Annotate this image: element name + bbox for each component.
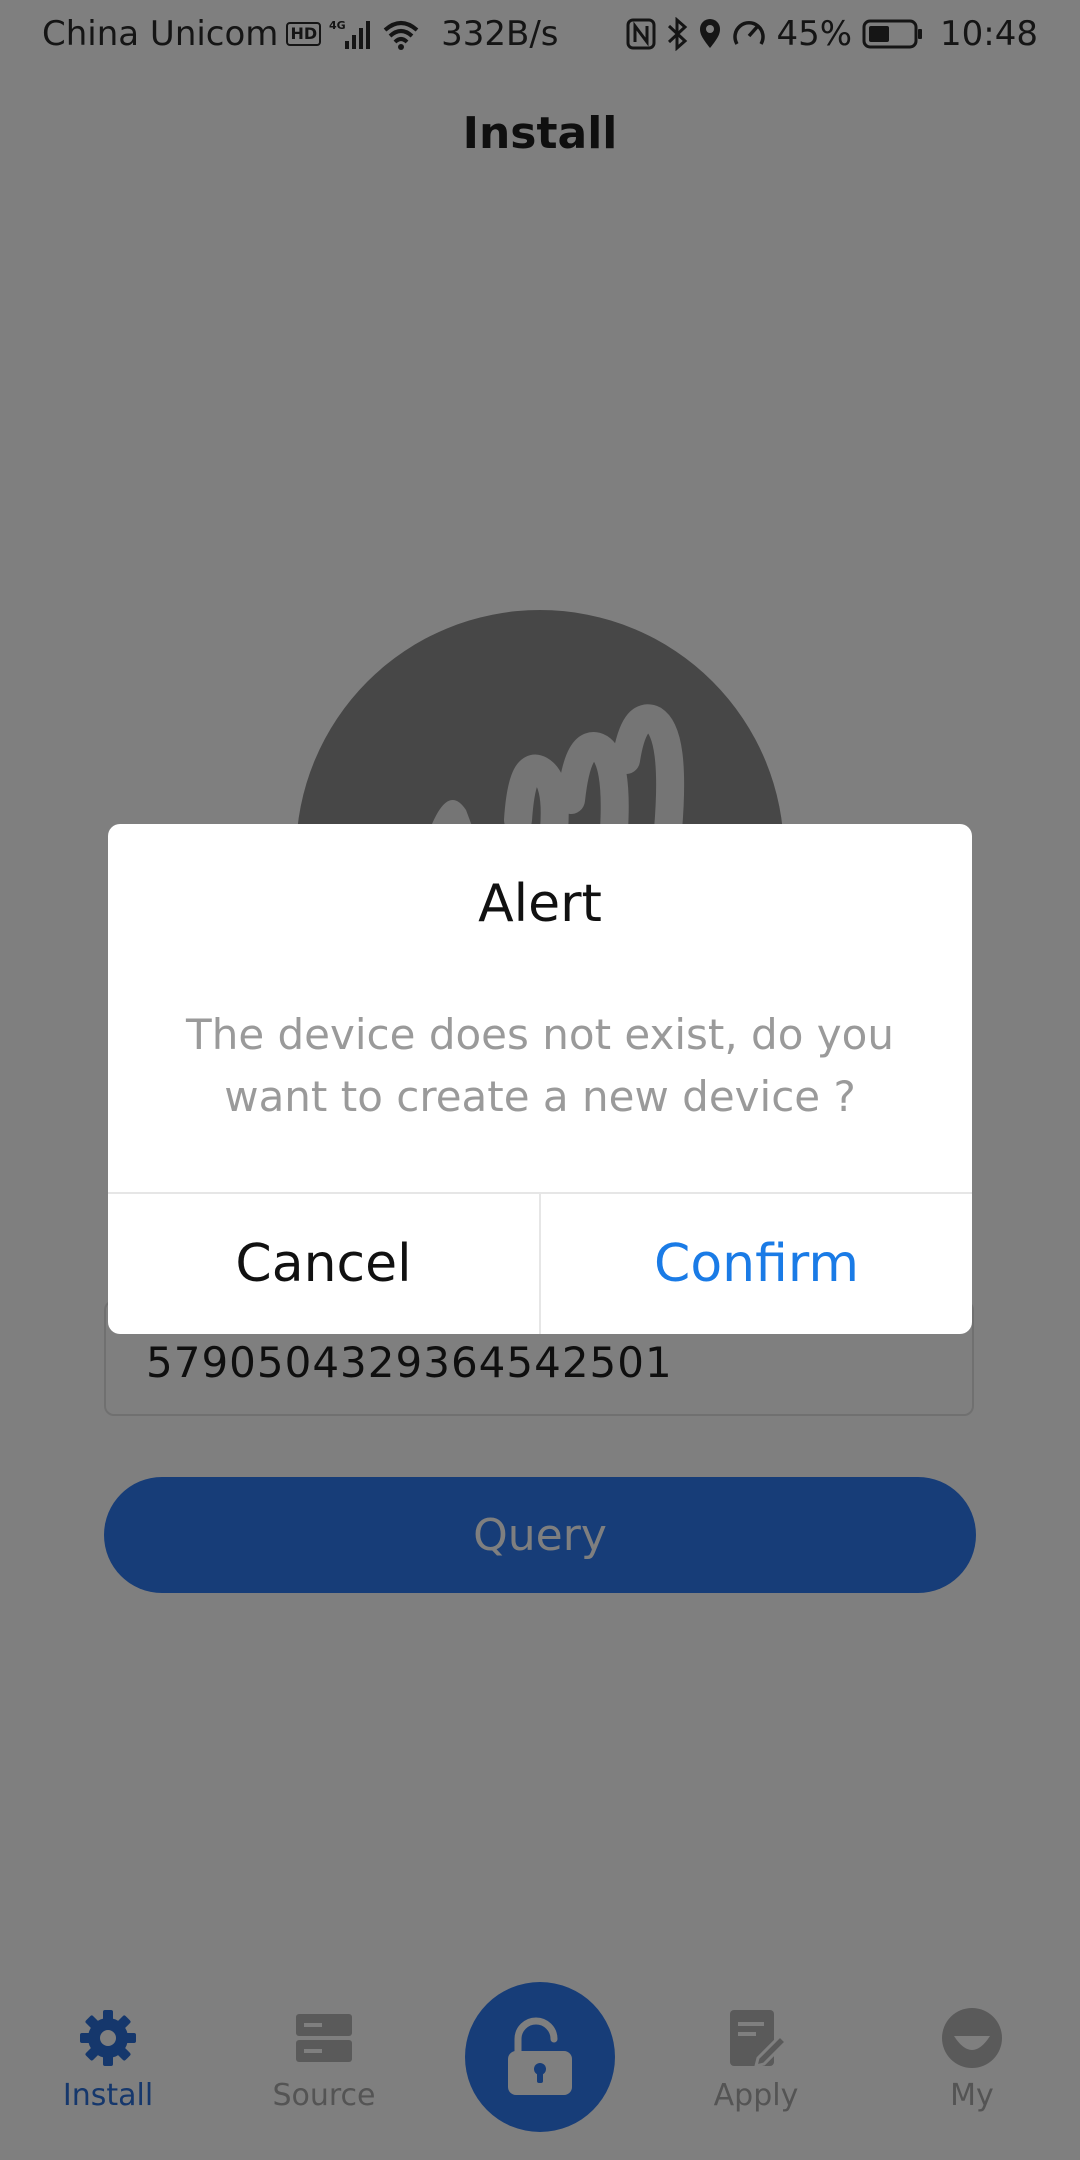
dialog-title: Alert <box>478 874 602 934</box>
cancel-button[interactable]: Cancel <box>108 1194 539 1334</box>
confirm-button[interactable]: Confirm <box>541 1194 972 1334</box>
alert-dialog: Alert The device does not exist, do you … <box>108 824 972 1334</box>
dialog-message: The device does not exist, do you want t… <box>186 1010 894 1121</box>
